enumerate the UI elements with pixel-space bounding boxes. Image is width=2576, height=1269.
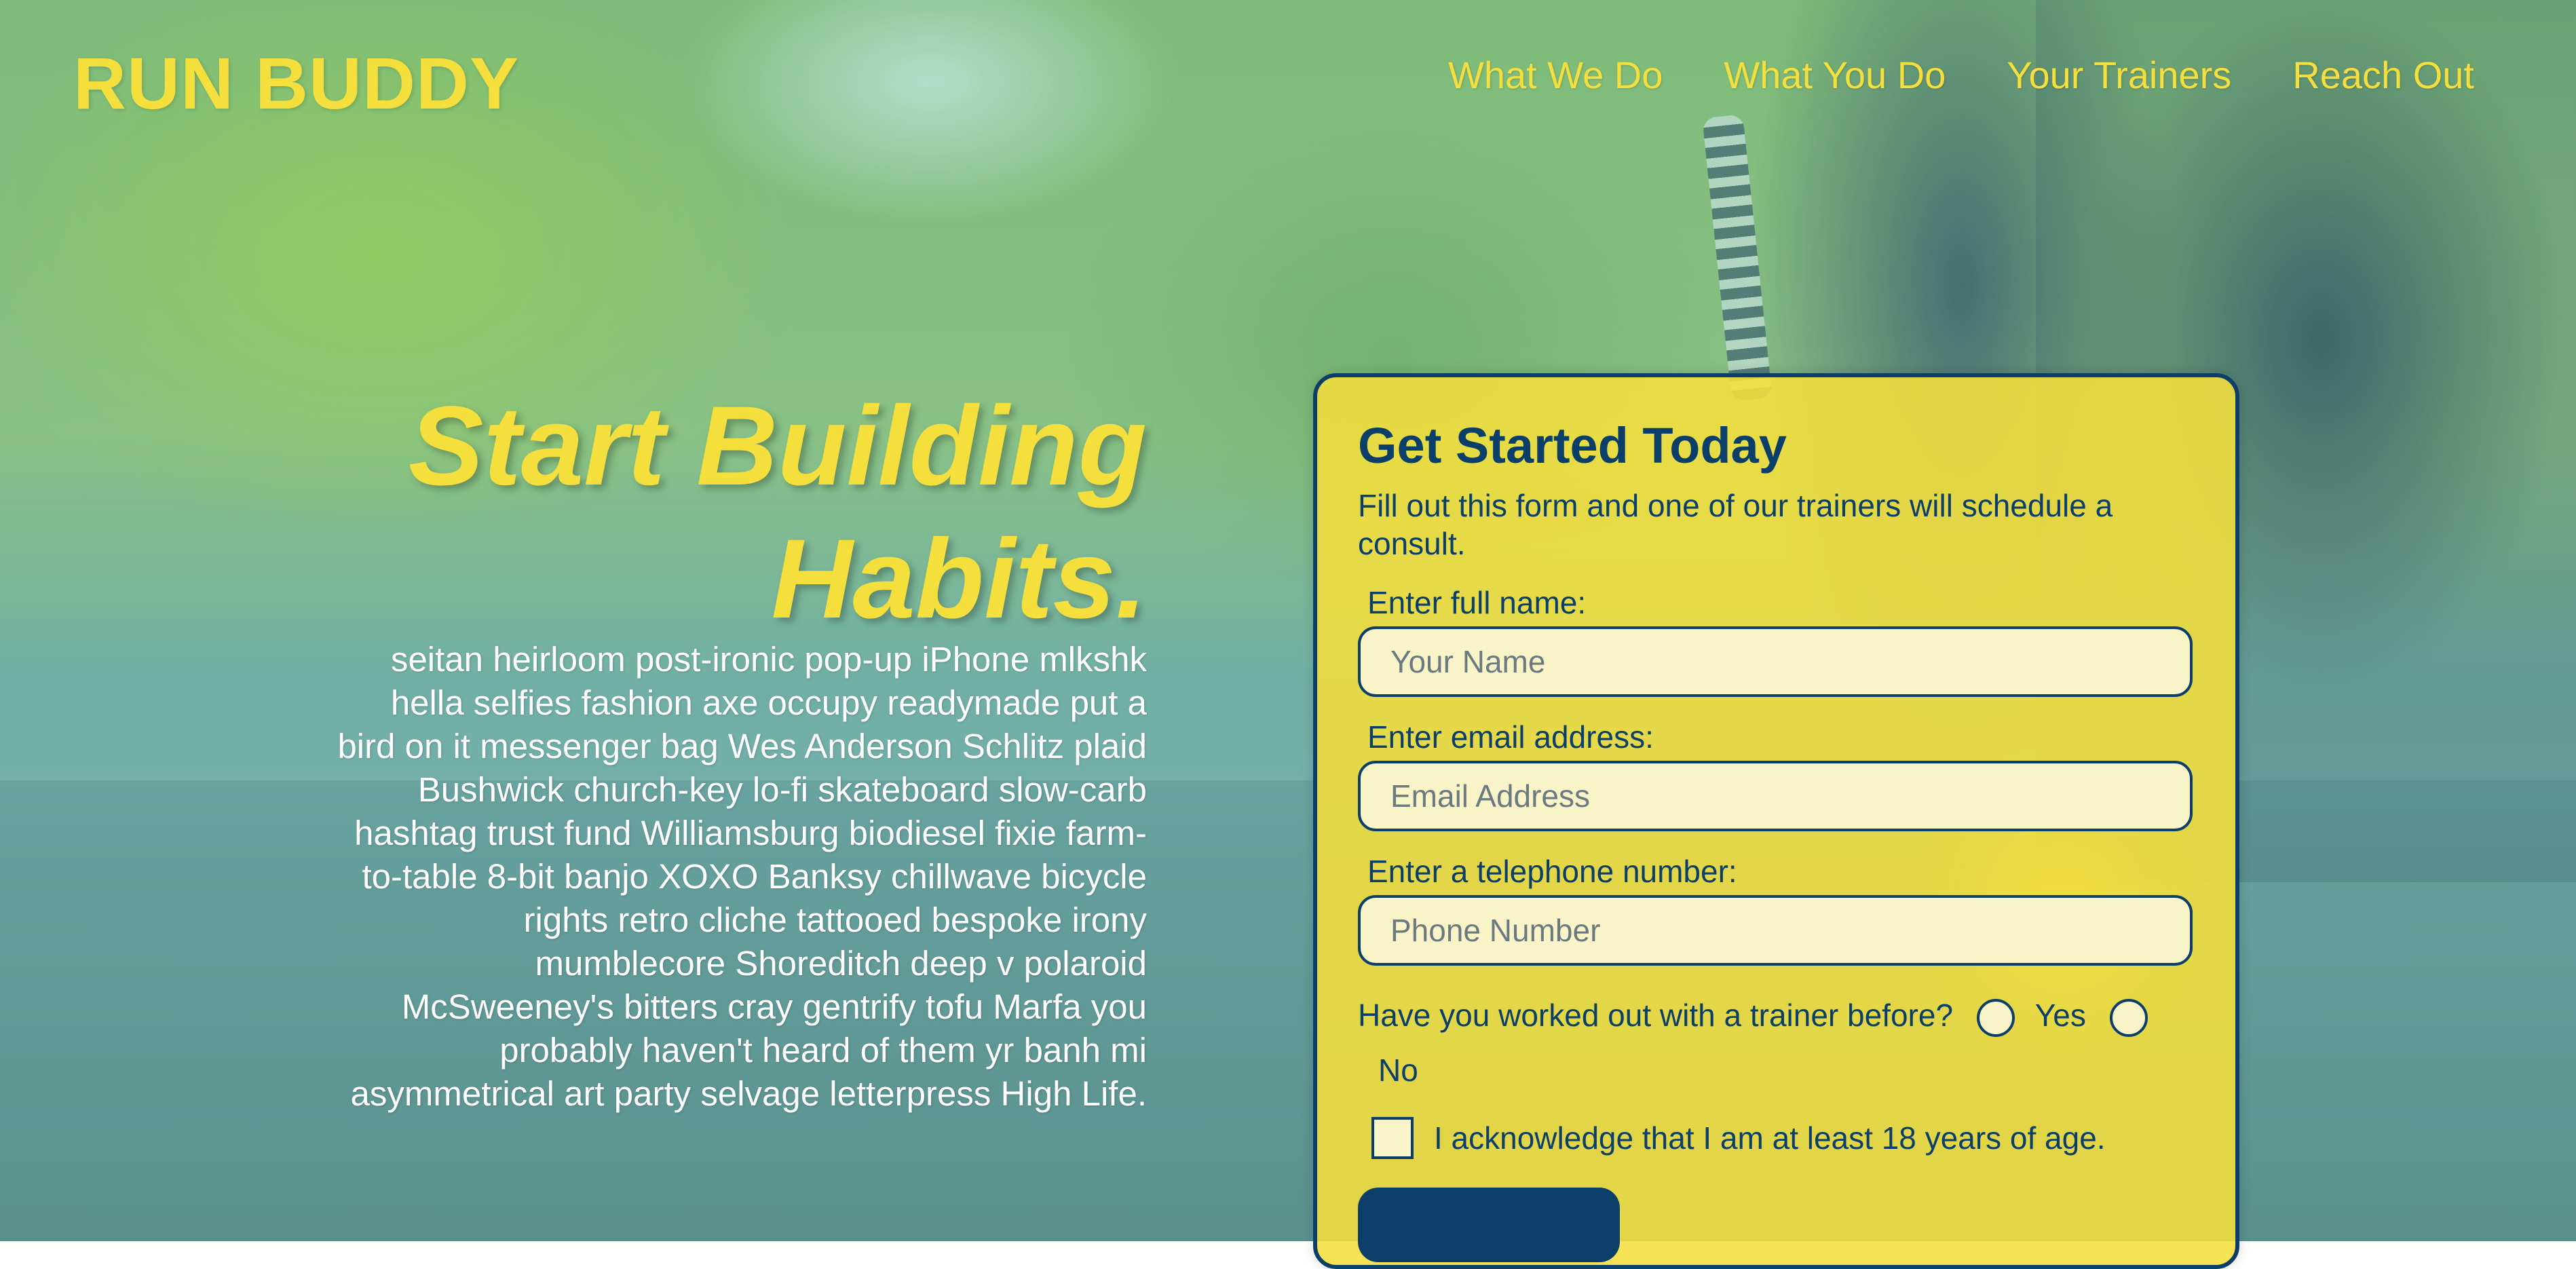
nav-what-we-do[interactable]: What We Do bbox=[1448, 53, 1663, 97]
trainer-question-text: Have you worked out with a trainer befor… bbox=[1358, 998, 1954, 1033]
main-nav: What We Do What You Do Your Trainers Rea… bbox=[1448, 53, 2474, 97]
nav-reach-out[interactable]: Reach Out bbox=[2292, 53, 2474, 97]
radio-yes[interactable] bbox=[1976, 998, 2015, 1037]
radio-yes-label: Yes bbox=[2034, 998, 2086, 1033]
hero-title-line1: Start Building bbox=[408, 383, 1147, 509]
nav-your-trainers[interactable]: Your Trainers bbox=[2007, 53, 2231, 97]
radio-no-label: No bbox=[1378, 1052, 1418, 1088]
email-input[interactable] bbox=[1358, 761, 2193, 831]
phone-input[interactable] bbox=[1358, 895, 2193, 966]
age-checkbox[interactable] bbox=[1371, 1116, 1414, 1159]
age-acknowledgement: I acknowledge that I am at least 18 year… bbox=[1358, 1116, 2195, 1159]
trainer-question: Have you worked out with a trainer befor… bbox=[1358, 996, 2195, 1090]
phone-label: Enter a telephone number: bbox=[1367, 854, 1737, 889]
hero-text: seitan heirloom post-ironic pop-up iPhon… bbox=[337, 640, 1147, 1113]
name-input[interactable] bbox=[1358, 626, 2193, 697]
submit-button[interactable] bbox=[1358, 1187, 1620, 1262]
signup-form: Get Started Today Fill out this form and… bbox=[1313, 373, 2239, 1269]
email-label: Enter email address: bbox=[1367, 719, 1654, 755]
form-title: Get Started Today bbox=[1358, 417, 1787, 474]
hero-title-line2: Habits. bbox=[771, 516, 1147, 642]
form-intro: Fill out this form and one of our traine… bbox=[1358, 488, 2113, 561]
site-logo[interactable]: RUN BUDDY bbox=[73, 41, 519, 126]
hero-title: Start Building Habits. bbox=[333, 380, 1147, 646]
nav-what-you-do[interactable]: What You Do bbox=[1724, 53, 1946, 97]
age-checkbox-label: I acknowledge that I am at least 18 year… bbox=[1434, 1120, 2106, 1156]
radio-no[interactable] bbox=[2109, 998, 2148, 1037]
name-label: Enter full name: bbox=[1367, 585, 1587, 620]
